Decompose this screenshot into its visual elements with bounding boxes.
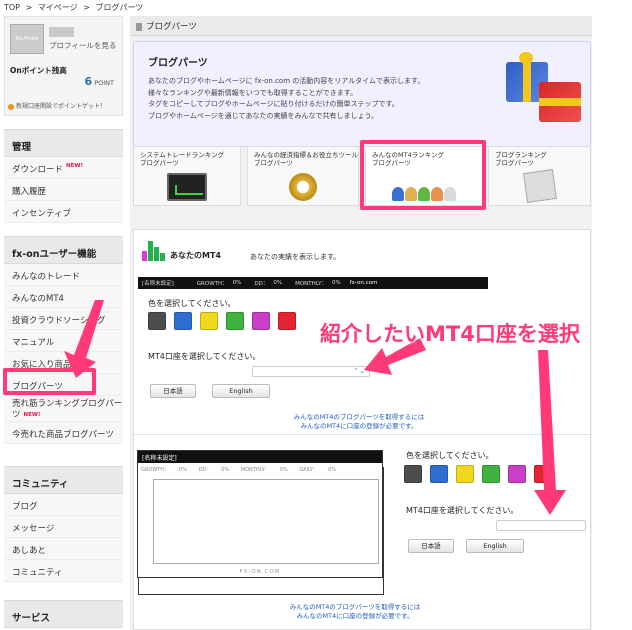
annotation-arrows <box>64 300 566 515</box>
arrow-second-select <box>534 350 566 515</box>
annotation-callout-text: 紹介したいMT4口座を選択 <box>320 322 580 346</box>
arrow-sidebar <box>64 300 104 378</box>
